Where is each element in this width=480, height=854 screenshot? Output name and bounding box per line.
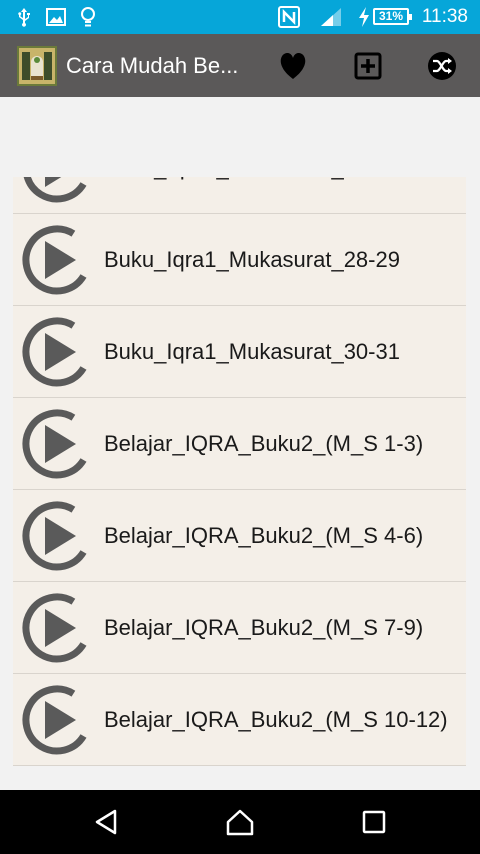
shuffle-icon[interactable] <box>423 47 461 85</box>
recents-icon[interactable] <box>354 804 394 840</box>
status-time: 11:38 <box>421 6 468 27</box>
play-icon <box>21 684 93 756</box>
list-item[interactable]: Belajar_IQRA_Buku2_(M_S 4-6) <box>13 490 466 582</box>
list-item[interactable]: Belajar_IQRA_Buku2_(M_S 10-12) <box>13 674 466 766</box>
play-icon <box>21 177 93 204</box>
list-item-label: Belajar_IQRA_Buku2_(M_S 4-6) <box>104 523 424 548</box>
status-bar: 31% 11:38 <box>0 0 480 34</box>
navigation-bar <box>0 790 480 854</box>
usb-icon <box>16 6 32 28</box>
battery-indicator: 31% <box>373 8 412 25</box>
list-item[interactable]: Belajar_IQRA_Buku2_(M_S 7-9) <box>13 582 466 674</box>
app-logo-icon[interactable] <box>17 46 57 86</box>
list-item-label: Belajar_IQRA_Buku2_(M_S 1-3) <box>104 431 424 456</box>
list-item-label: Belajar_IQRA_Buku2_(M_S 10-12) <box>104 707 448 732</box>
bulb-icon <box>80 6 96 28</box>
list-item-label: Buku_Iqra1_Mukasurat_30-31 <box>104 339 400 364</box>
list-item[interactable]: Buku_Iqra1_Mukasurat_30-31 <box>13 306 466 398</box>
list-item-label: Belajar_IQRA_Buku2_(M_S 7-9) <box>104 615 424 640</box>
back-icon[interactable] <box>86 804 126 840</box>
heart-icon[interactable] <box>274 47 312 85</box>
action-bar: Cara Mudah Be... <box>0 34 480 97</box>
add-box-icon[interactable] <box>349 47 387 85</box>
list-item[interactable]: Belajar_IQRA_Buku2_(M_S 1-3) <box>13 398 466 490</box>
play-icon <box>21 408 93 480</box>
signal-icon <box>320 6 342 28</box>
ad-banner-area <box>0 97 480 177</box>
play-icon <box>21 316 93 388</box>
list-item[interactable]: Buku_Iqra1_Mukasurat_26-27 <box>13 177 466 214</box>
image-icon <box>46 6 66 28</box>
nfc-icon <box>278 6 300 28</box>
home-icon[interactable] <box>220 804 260 840</box>
list-item[interactable]: Buku_Iqra1_Mukasurat_28-29 <box>13 214 466 306</box>
list-item-label: Buku_Iqra1_Mukasurat_28-29 <box>104 247 400 272</box>
play-icon <box>21 592 93 664</box>
app-title: Cara Mudah Be... <box>66 53 239 78</box>
play-icon <box>21 224 93 296</box>
list-item-label: Buku_Iqra1_Mukasurat_26-27 <box>104 177 454 214</box>
charging-icon <box>358 6 370 28</box>
audio-list[interactable]: Buku_Iqra1_Mukasurat_26-27 Buku_Iqra1_Mu… <box>13 177 466 776</box>
play-icon <box>21 500 93 572</box>
